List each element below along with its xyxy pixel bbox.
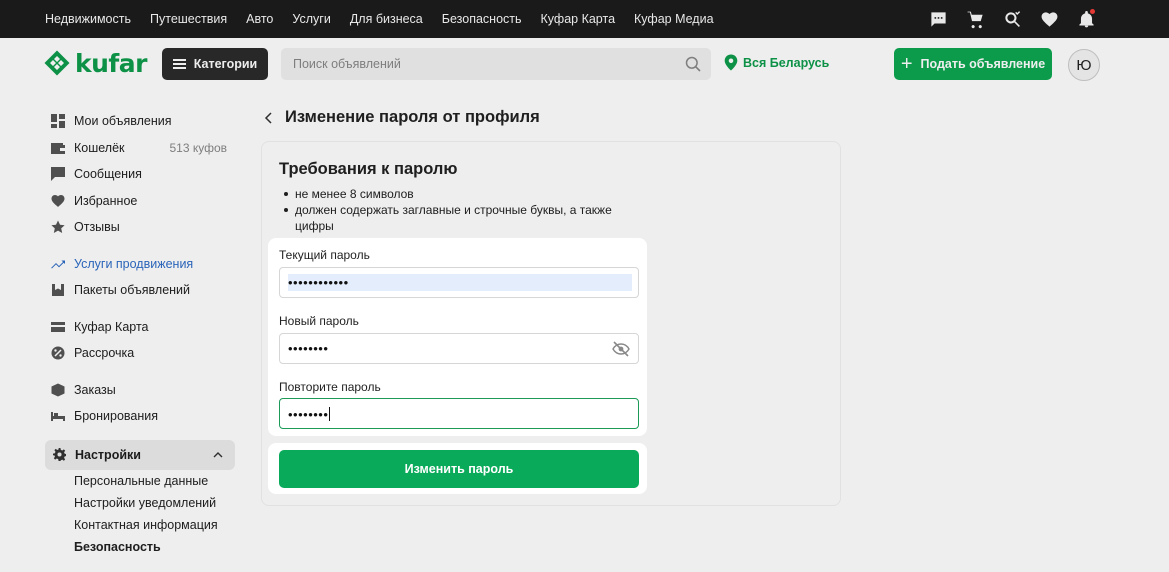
sidebar-item-label: Бронирования (74, 409, 159, 424)
submenu-contact-info[interactable]: Контактная информация (74, 514, 235, 536)
avatar[interactable]: Ю (1068, 49, 1100, 81)
new-password-value: •••••••• (288, 341, 329, 356)
gear-icon (53, 448, 66, 461)
grid-icon (51, 114, 65, 129)
top-bar: Недвижимость Путешествия Авто Услуги Для… (0, 0, 1169, 38)
plus-icon: + (900, 53, 913, 75)
card-icon (51, 320, 65, 334)
sidebar-item-promotion[interactable]: Услуги продвижения (45, 251, 235, 278)
cart-icon[interactable] (964, 8, 986, 30)
topnav-auto[interactable]: Авто (246, 12, 273, 26)
repeat-password-field[interactable]: •••••••• (279, 398, 639, 429)
settings-label: Настройки (75, 447, 141, 462)
search-input[interactable] (281, 48, 661, 80)
sidebar-item-label: Рассрочка (74, 346, 135, 361)
top-nav: Недвижимость Путешествия Авто Услуги Для… (45, 0, 733, 38)
search-icon[interactable] (685, 56, 701, 72)
wallet-balance: 513 куфов (169, 140, 227, 155)
region-label: Вся Беларусь (743, 55, 830, 70)
categories-button[interactable]: Категории (162, 48, 268, 80)
sidebar-item-reviews[interactable]: Отзывы (45, 214, 235, 241)
topnav-safety[interactable]: Безопасность (442, 12, 522, 26)
new-password-field[interactable]: •••••••• (279, 333, 639, 364)
submenu-security[interactable]: Безопасность (74, 536, 235, 558)
bell-icon[interactable] (1075, 8, 1097, 30)
region-selector[interactable]: Вся Беларусь (724, 54, 829, 71)
sidebar-item-label: Отзывы (74, 220, 120, 235)
sidebar-item-label: Избранное (74, 193, 138, 208)
notification-dot (1090, 9, 1095, 14)
star-icon (51, 220, 65, 234)
submenu-notification-settings[interactable]: Настройки уведомлений (74, 492, 235, 514)
topnav-realty[interactable]: Недвижимость (45, 12, 131, 26)
requirement-item: не менее 8 символов (282, 186, 622, 202)
page-title: Изменение пароля от профиля (285, 108, 540, 126)
heart-icon (51, 194, 65, 208)
topnav-kufar-media[interactable]: Куфар Медиа (634, 12, 714, 26)
current-password-label: Текущий пароль (279, 248, 370, 262)
sidebar-item-label: Мои объявления (74, 114, 172, 129)
box-icon (51, 383, 65, 397)
topnav-kufar-card[interactable]: Куфар Карта (541, 12, 616, 26)
bed-icon (51, 409, 65, 423)
kufar-logo-icon (44, 50, 70, 76)
post-ad-label: Подать объявление (920, 57, 1046, 71)
wallet-icon (51, 141, 65, 155)
sidebar-item-bookings[interactable]: Бронирования (45, 403, 235, 430)
sidebar-item-wallet[interactable]: Кошелёк 513 куфов (45, 135, 235, 162)
sidebar-item-kufar-card[interactable]: Куфар Карта (45, 314, 235, 341)
current-password-field[interactable]: •••••••••••• (279, 267, 639, 298)
search-bar (281, 48, 711, 80)
sidebar-item-orders[interactable]: Заказы (45, 377, 235, 404)
sidebar: Мои объявления Кошелёк 513 куфов Сообщен… (45, 108, 235, 558)
messages-icon[interactable] (927, 8, 949, 30)
repeat-password-value: •••••••• (288, 407, 331, 422)
sidebar-item-installments[interactable]: Рассрочка (45, 340, 235, 367)
requirement-item: должен содержать заглавные и строчные бу… (282, 202, 622, 234)
repeat-password-label: Повторите пароль (279, 380, 381, 394)
trending-up-icon (51, 257, 65, 271)
submenu-personal-data[interactable]: Персональные данные (74, 470, 235, 492)
top-icons (912, 0, 1097, 38)
topnav-services[interactable]: Услуги (292, 12, 330, 26)
heart-icon[interactable] (1038, 8, 1060, 30)
settings-submenu: Персональные данные Настройки уведомлени… (45, 470, 235, 559)
post-ad-button[interactable]: + Подать объявление (894, 48, 1052, 80)
sidebar-item-label: Сообщения (74, 167, 142, 182)
categories-label: Категории (193, 57, 258, 71)
current-password-value: •••••••••••• (288, 274, 632, 291)
chevron-up-icon (213, 451, 223, 457)
requirements-title: Требования к паролю (279, 160, 458, 178)
sidebar-item-label: Заказы (74, 382, 116, 397)
repeat-password-dots: •••••••• (288, 407, 329, 422)
eye-off-icon[interactable] (612, 341, 630, 357)
topnav-business[interactable]: Для бизнеса (350, 12, 423, 26)
sidebar-item-label: Кошелёк (74, 140, 125, 155)
header: kufar Категории Вся Беларусь + Подать об… (0, 38, 1169, 90)
topnav-travel[interactable]: Путешествия (150, 12, 227, 26)
menu-icon (172, 59, 186, 69)
sidebar-item-messages[interactable]: Сообщения (45, 161, 235, 188)
chat-icon (51, 167, 65, 182)
new-password-label: Новый пароль (279, 314, 359, 328)
sidebar-item-settings[interactable]: Настройки (45, 439, 235, 470)
logo-text: kufar (75, 48, 148, 78)
kufar-logo[interactable]: kufar (44, 48, 148, 78)
sidebar-item-packages[interactable]: Пакеты объявлений (45, 277, 235, 304)
sidebar-item-label: Услуги продвижения (74, 256, 194, 271)
location-pin-icon (724, 54, 738, 71)
text-caret (329, 407, 331, 421)
back-icon[interactable] (262, 111, 276, 125)
sidebar-item-favorites[interactable]: Избранное (45, 188, 235, 215)
saved-search-icon[interactable] (1001, 8, 1023, 30)
requirements-list: не менее 8 символов должен содержать заг… (282, 186, 622, 234)
sidebar-item-label: Куфар Карта (74, 319, 149, 334)
sidebar-item-my-ads[interactable]: Мои объявления (45, 108, 235, 135)
package-icon (51, 283, 65, 297)
page-title-row: Изменение пароля от профиля (262, 108, 540, 127)
change-password-button[interactable]: Изменить пароль (279, 450, 639, 488)
percent-icon (51, 346, 65, 360)
sidebar-item-label: Пакеты объявлений (74, 283, 191, 298)
